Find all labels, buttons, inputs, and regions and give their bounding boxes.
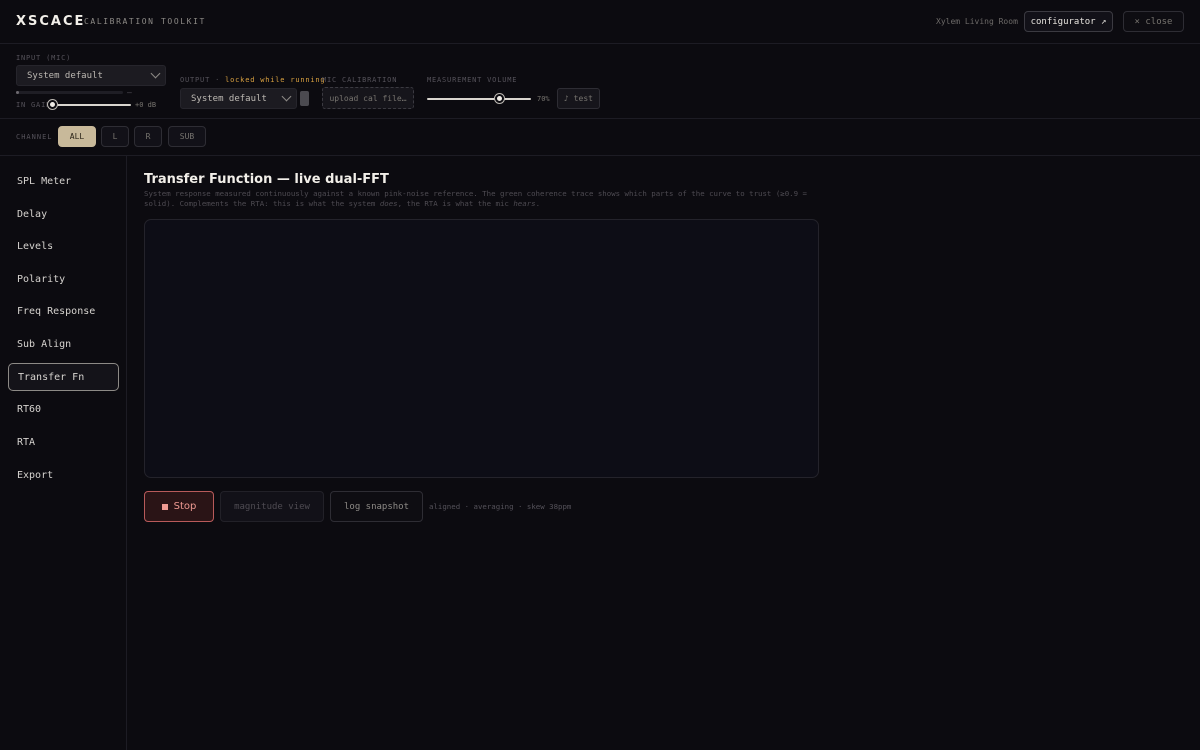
output-label: OUTPUT · locked while running: [180, 76, 325, 84]
room-name: Xylem Living Room: [936, 17, 1018, 26]
log-snapshot-button[interactable]: log snapshot: [330, 491, 423, 522]
output-selected-value: System default: [191, 93, 267, 104]
output-label-separator: ·: [210, 76, 226, 84]
volume-value: 70%: [537, 95, 550, 103]
sidebar-item-sub-align[interactable]: Sub Align: [8, 330, 119, 358]
description-text-3: .: [535, 199, 541, 208]
input-selected-value: System default: [27, 70, 103, 81]
input-label: INPUT (MIC): [16, 54, 72, 62]
app-subtitle: CALIBRATION TOOLKIT: [84, 17, 206, 26]
stop-button[interactable]: Stop: [144, 491, 214, 522]
sidebar-item-rt60[interactable]: RT60: [8, 395, 119, 423]
description-emphasis-hears: hears: [513, 199, 536, 208]
stop-icon: [161, 503, 168, 510]
sidebar-item-polarity[interactable]: Polarity: [8, 265, 119, 293]
gain-label: IN GAIN: [16, 101, 52, 109]
input-select[interactable]: System default: [16, 65, 166, 86]
channel-sub-button[interactable]: SUB: [168, 126, 206, 147]
channel-all-button[interactable]: ALL: [58, 126, 96, 147]
page-title: Transfer Function — live dual-FFT: [144, 172, 389, 187]
input-level-fill: [16, 91, 20, 94]
magnitude-view-button[interactable]: magnitude view: [220, 491, 324, 522]
sidebar-nav: SPL Meter Delay Levels Polarity Freq Res…: [0, 156, 127, 750]
transfer-function-plot[interactable]: [144, 219, 819, 478]
app-logo: XSCACE: [16, 14, 86, 29]
sidebar-item-rta[interactable]: RTA: [8, 428, 119, 456]
input-level-readout: —: [127, 88, 132, 97]
channel-label: CHANNEL: [16, 133, 53, 141]
page-description: System response measured continuously ag…: [144, 189, 820, 209]
sidebar-item-freq-response[interactable]: Freq Response: [8, 297, 119, 325]
output-locked-note: locked while running: [225, 76, 326, 84]
stop-button-label: Stop: [173, 501, 197, 512]
input-level-meter: [16, 91, 123, 94]
channel-r-button[interactable]: R: [134, 126, 162, 147]
channel-selector: CHANNEL ALL L R SUB: [0, 119, 1200, 156]
volume-slider[interactable]: [427, 98, 531, 100]
app-header: XSCACE CALIBRATION TOOLKIT Xylem Living …: [0, 0, 1200, 44]
mic-calibration-label: MIC CALIBRATION: [322, 76, 398, 84]
configurator-button[interactable]: configurator ↗: [1024, 11, 1113, 32]
sidebar-item-levels[interactable]: Levels: [8, 232, 119, 260]
description-emphasis-does: does: [379, 199, 398, 208]
sidebar-item-transfer-fn[interactable]: Transfer Fn: [8, 363, 119, 391]
test-tone-button[interactable]: ♪ test: [557, 88, 600, 109]
gain-slider[interactable]: [48, 104, 131, 106]
channel-l-button[interactable]: L: [101, 126, 129, 147]
chevron-down-icon: [281, 91, 292, 102]
device-controls: INPUT (MIC) System default — IN GAIN +0 …: [0, 44, 1200, 119]
sidebar-item-export[interactable]: Export: [8, 461, 119, 489]
description-text-2: , the RTA is what the mic: [397, 199, 514, 208]
gain-value: +0 dB: [135, 101, 157, 109]
measurement-status: aligned · averaging · skew 38ppm: [429, 502, 572, 511]
sidebar-item-spl-meter[interactable]: SPL Meter: [8, 167, 119, 195]
volume-slider-thumb[interactable]: [494, 94, 504, 103]
measurement-volume-label: MEASUREMENT VOLUME: [427, 76, 518, 84]
lock-indicator: [300, 91, 309, 106]
output-select[interactable]: System default: [180, 88, 297, 109]
sidebar-item-delay[interactable]: Delay: [8, 200, 119, 228]
gain-slider-thumb[interactable]: [48, 100, 57, 109]
upload-cal-file-button[interactable]: upload cal file…: [322, 87, 414, 109]
close-button[interactable]: × close: [1123, 11, 1184, 32]
output-label-text: OUTPUT: [180, 76, 211, 84]
chevron-down-icon: [150, 68, 161, 79]
